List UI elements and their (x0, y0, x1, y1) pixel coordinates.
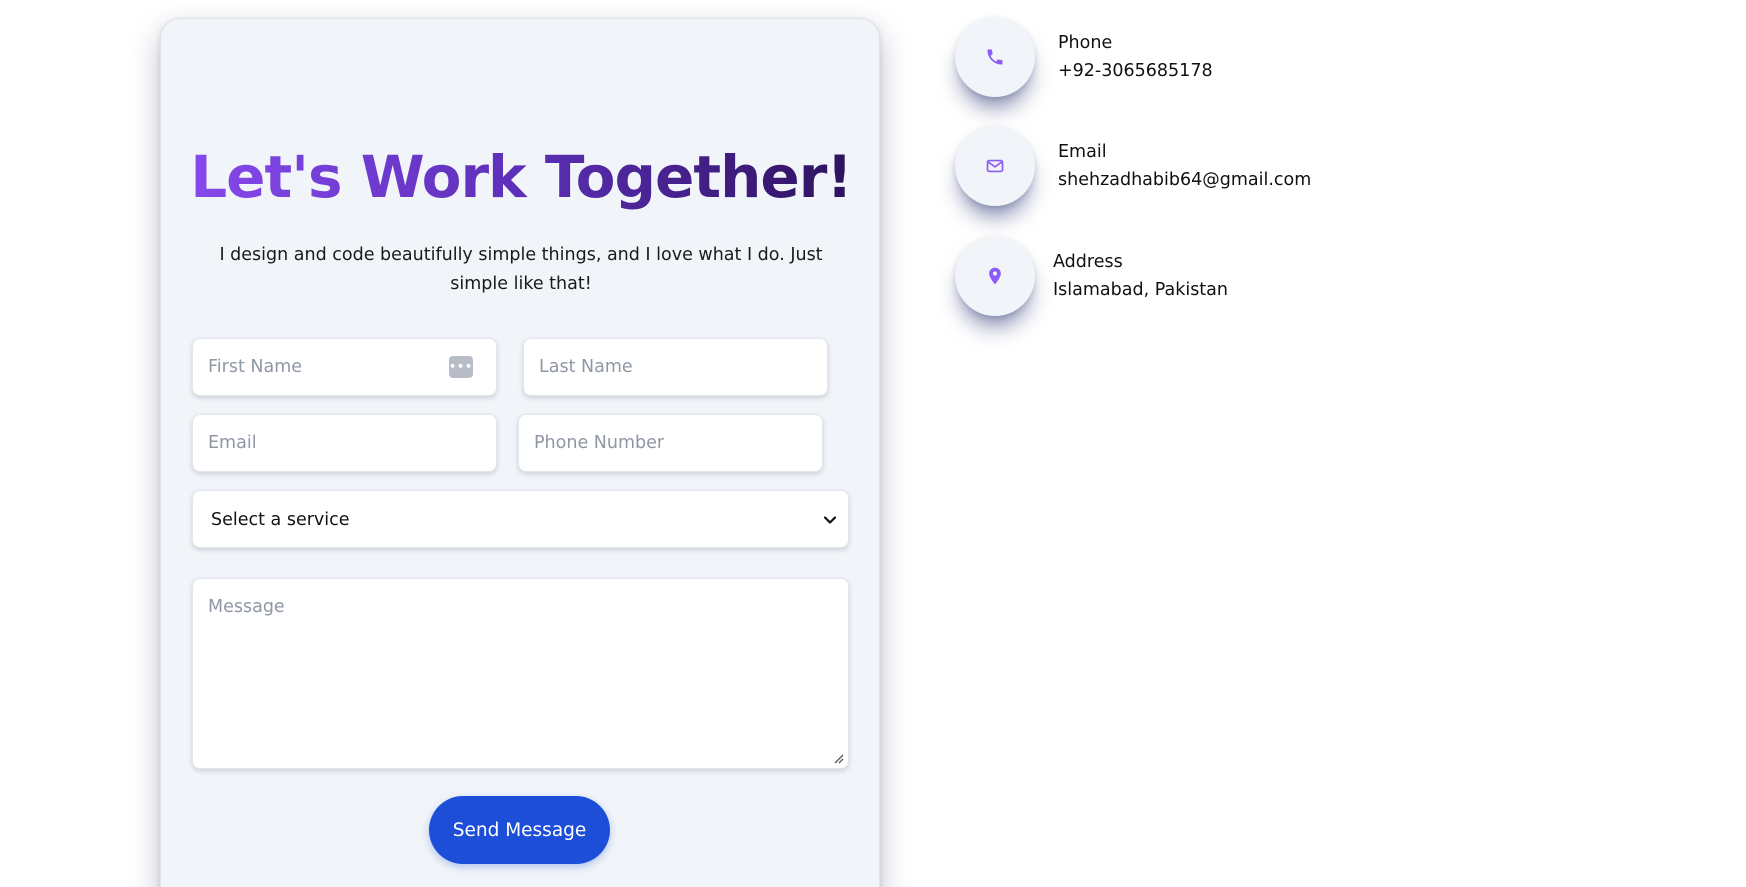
mail-icon (986, 159, 1004, 173)
address-value: Islamabad, Pakistan (1053, 280, 1228, 300)
form-subtitle: I design and code beautifully simple thi… (219, 245, 823, 294)
email-input[interactable] (192, 414, 497, 472)
contact-form-card: Let's Work Together! I design and code b… (160, 18, 880, 887)
email-value: shehzadhabib64@gmail.com (1058, 170, 1312, 190)
email-label: Email (1058, 142, 1107, 162)
phone-label: Phone (1058, 33, 1113, 53)
autofill-icon[interactable]: ••• (449, 356, 473, 378)
phone-icon (987, 49, 1003, 65)
page: Let's Work Together! I design and code b… (0, 0, 1746, 887)
chevron-down-icon (823, 516, 837, 524)
last-name-input[interactable] (523, 338, 828, 396)
phone-icon-circle (955, 17, 1035, 97)
phone-value: +92-3065685178 (1058, 61, 1213, 81)
phone-number-input[interactable] (518, 414, 823, 472)
service-select-value: Select a service (211, 510, 350, 530)
map-pin-icon-circle (955, 236, 1035, 316)
map-pin-icon (989, 267, 1001, 285)
form-title: Let's Work Together! (161, 141, 881, 213)
message-textarea[interactable] (192, 578, 849, 769)
mail-icon-circle (955, 126, 1035, 206)
service-select[interactable]: Select a service (192, 490, 849, 548)
send-message-button[interactable]: Send Message (429, 796, 610, 864)
resize-handle-icon[interactable] (832, 752, 844, 764)
address-label: Address (1053, 252, 1123, 272)
